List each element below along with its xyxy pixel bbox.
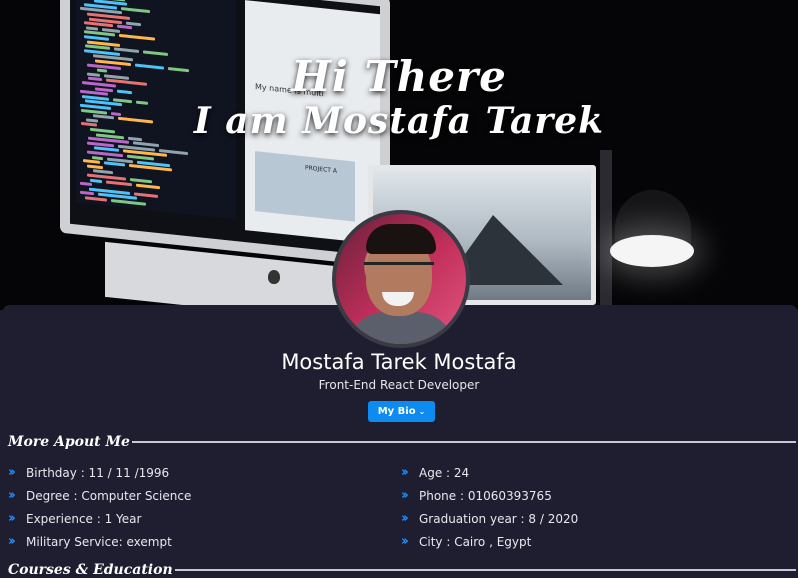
double-chevron-right-icon: ›› <box>8 511 16 526</box>
info-age-text: Age : 24 <box>419 465 470 480</box>
double-chevron-right-icon: ›› <box>8 534 16 549</box>
apple-logo-icon <box>268 270 280 284</box>
double-chevron-right-icon: ›› <box>8 465 16 480</box>
info-phone-text: Phone : 01060393765 <box>419 488 552 503</box>
my-bio-label: My Bio <box>377 406 416 417</box>
info-degree-text: Degree : Computer Science <box>26 488 192 503</box>
about-section-header: More Apout Me <box>8 434 796 450</box>
glasses-icon <box>364 262 434 276</box>
info-graduation-text: Graduation year : 8 / 2020 <box>419 511 579 526</box>
double-chevron-right-icon: ›› <box>401 488 409 503</box>
info-military-text: Military Service: exempt <box>26 534 172 549</box>
info-city: ›› City : Cairo , Egypt <box>401 534 531 549</box>
courses-section-header: Courses & Education <box>8 562 796 578</box>
info-city-text: City : Cairo , Egypt <box>419 534 532 549</box>
info-degree: ›› Degree : Computer Science <box>8 488 191 503</box>
lamp-stand <box>600 150 612 305</box>
info-graduation: ›› Graduation year : 8 / 2020 <box>401 511 578 526</box>
double-chevron-right-icon: ›› <box>401 465 409 480</box>
about-section-title: More Apout Me <box>8 434 130 450</box>
info-age: ›› Age : 24 <box>401 465 469 480</box>
info-phone: ›› Phone : 01060393765 <box>401 488 552 503</box>
info-birthday-text: Birthday : 11 / 11 /1996 <box>26 465 170 480</box>
hero-greeting: Hi There <box>291 52 507 101</box>
section-divider <box>174 569 796 571</box>
double-chevron-right-icon: ›› <box>8 488 16 503</box>
project-label: PROJECT A <box>255 151 355 222</box>
profile-name: Mostafa Tarek Mostafa <box>281 350 517 374</box>
double-chevron-right-icon: ›› <box>401 511 409 526</box>
double-chevron-right-icon: ›› <box>401 534 409 549</box>
lamp-light <box>610 235 694 267</box>
info-birthday: ›› Birthday : 11 / 11 /1996 <box>8 465 169 480</box>
profile-role: Front-End React Developer <box>318 378 480 392</box>
profile-avatar <box>332 210 470 348</box>
courses-section-title: Courses & Education <box>8 562 173 578</box>
chevron-down-icon: ⌄ <box>418 407 426 416</box>
info-experience: ›› Experience : 1 Year <box>8 511 141 526</box>
info-experience-text: Experience : 1 Year <box>26 511 142 526</box>
hero-name: I am Mostafa Tarek <box>193 100 605 142</box>
section-divider <box>131 441 796 443</box>
info-military: ›› Military Service: exempt <box>8 534 172 549</box>
my-bio-button[interactable]: My Bio ⌄ <box>368 401 435 422</box>
